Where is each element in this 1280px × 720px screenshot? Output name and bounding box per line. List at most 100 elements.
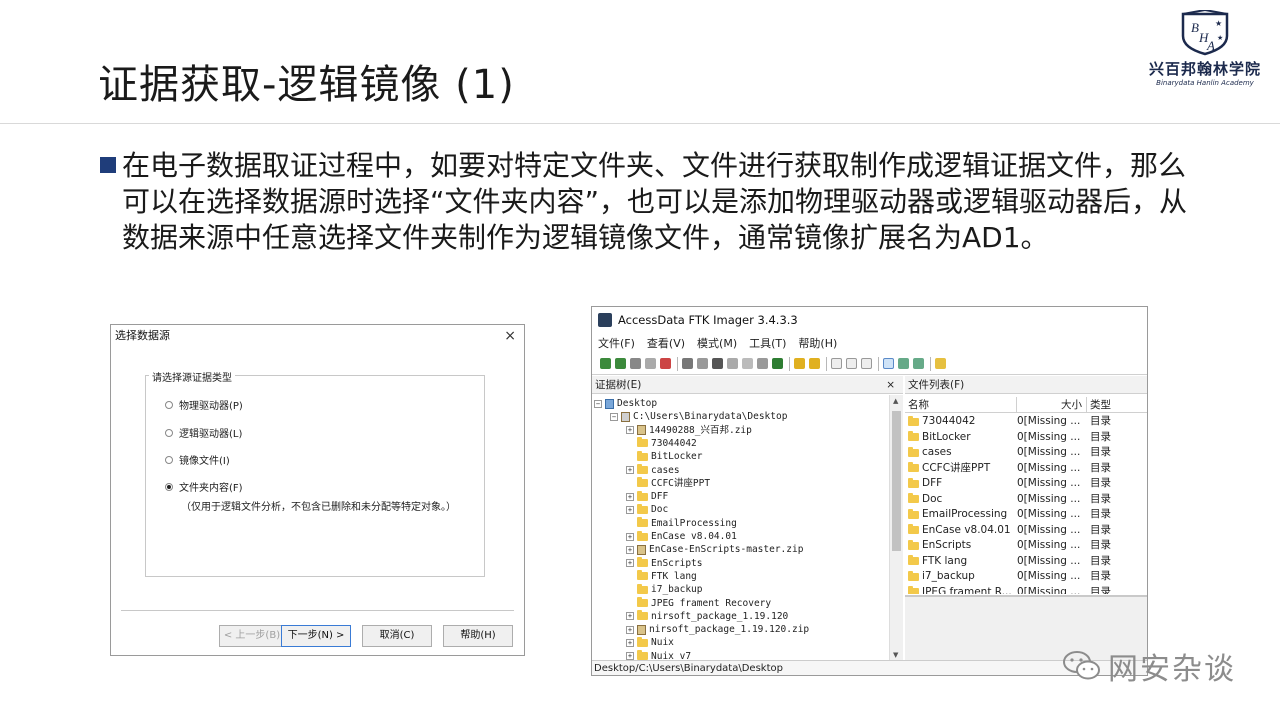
menu-tools[interactable]: 工具(T) <box>749 335 786 351</box>
expand-toggle-icon[interactable]: + <box>626 532 634 541</box>
tree-node[interactable]: − Desktop <box>594 397 657 410</box>
export-image-icon[interactable] <box>697 358 708 369</box>
back-button[interactable]: < 上一步(B) <box>219 625 285 647</box>
radio-physical-drive[interactable]: 物理驱动器(P) <box>165 397 243 412</box>
column-size[interactable]: 大小 <box>1017 397 1087 412</box>
expand-toggle-icon[interactable]: + <box>626 559 634 568</box>
expand-toggle-icon[interactable]: − <box>610 412 618 421</box>
tree-node[interactable]: JPEG frament Recovery <box>626 597 771 610</box>
source-type-group-label: 请选择源证据类型 <box>149 369 235 384</box>
file-row[interactable]: FTK lang 0[Missing ... 目录 <box>905 554 1137 569</box>
tree-node[interactable]: FTK lang <box>626 570 697 583</box>
radio-selected-icon[interactable] <box>165 482 173 491</box>
file-row[interactable]: BitLocker 0[Missing ... 目录 <box>905 430 1137 445</box>
radio-circle-icon[interactable] <box>165 428 173 437</box>
tree-scrollbar[interactable]: ▲ ▼ <box>889 395 903 661</box>
tree-node[interactable]: + Nuix <box>626 636 674 649</box>
tree-layout-icon[interactable] <box>898 358 909 369</box>
expand-toggle-icon[interactable]: − <box>594 399 602 408</box>
add-all-evidence-icon[interactable] <box>615 358 626 369</box>
tree-node[interactable]: + Doc <box>626 503 668 516</box>
radio-circle-icon[interactable] <box>165 455 173 464</box>
capture-memory-icon[interactable] <box>712 358 723 369</box>
file-row[interactable]: EnScripts 0[Missing ... 目录 <box>905 538 1137 553</box>
toolbar-separator <box>878 356 879 371</box>
obtain-files-icon[interactable] <box>727 358 738 369</box>
tree-node[interactable]: − C:\Users\Binarydata\Desktop <box>610 410 787 423</box>
file-row[interactable]: DFF 0[Missing ... 目录 <box>905 476 1137 491</box>
expand-toggle-icon[interactable]: + <box>626 492 634 501</box>
tree-node[interactable]: + nirsoft_package_1.19.120.zip <box>626 623 809 636</box>
expand-toggle-icon[interactable]: + <box>626 652 634 661</box>
create-image-icon[interactable] <box>682 358 693 369</box>
key-icon[interactable] <box>809 358 820 369</box>
file-type: 目录 <box>1090 477 1111 489</box>
expand-toggle-icon[interactable]: + <box>626 545 634 554</box>
expand-toggle-icon[interactable]: + <box>626 426 634 435</box>
view-auto-icon[interactable] <box>831 358 842 369</box>
tree-node[interactable]: + nirsoft_package_1.19.120 <box>626 610 788 623</box>
menu-mode[interactable]: 模式(M) <box>697 335 737 351</box>
help-button[interactable]: 帮助(H) <box>443 625 513 647</box>
image-mount-icon[interactable] <box>630 358 641 369</box>
file-row[interactable]: CCFC讲座PPT 0[Missing ... 目录 <box>905 461 1137 476</box>
close-icon[interactable]: × <box>504 325 516 347</box>
file-name-cell: JPEG frament R... <box>905 585 1017 594</box>
file-row[interactable]: EmailProcessing 0[Missing ... 目录 <box>905 507 1137 522</box>
radio-logical-drive[interactable]: 逻辑驱动器(L) <box>165 425 242 440</box>
expand-toggle-icon[interactable]: + <box>626 466 634 474</box>
column-name[interactable]: 名称 <box>905 397 1017 412</box>
folder-icon <box>908 508 919 519</box>
menu-help[interactable]: 帮助(H) <box>798 335 837 351</box>
scrollbar-thumb[interactable] <box>892 411 901 551</box>
tree-node[interactable]: EmailProcessing <box>626 517 737 530</box>
scroll-down-icon[interactable]: ▼ <box>893 651 898 659</box>
tree-node[interactable]: BitLocker <box>626 450 702 463</box>
folder-path-icon <box>621 411 630 422</box>
tree-node-label: Doc <box>651 504 669 516</box>
folder-icon <box>637 610 648 621</box>
menu-file[interactable]: 文件(F) <box>598 335 635 351</box>
remove-evidence-icon[interactable] <box>645 358 656 369</box>
layout-icon[interactable] <box>883 358 894 369</box>
remove-all-evidence-icon[interactable] <box>660 358 671 369</box>
scroll-up-icon[interactable]: ▲ <box>893 397 898 405</box>
tree-node[interactable]: + DFF <box>626 490 668 503</box>
view-text-icon[interactable] <box>846 358 857 369</box>
column-type[interactable]: 类型 <box>1087 397 1147 412</box>
tree-node[interactable]: + EnScripts <box>626 557 702 570</box>
close-icon[interactable]: × <box>886 376 895 394</box>
help-icon[interactable] <box>935 358 946 369</box>
export-files-icon[interactable] <box>742 358 753 369</box>
file-row[interactable]: EnCase v8.04.01 0[Missing ... 目录 <box>905 523 1137 538</box>
tree-node[interactable]: + EnCase v8.04.01 <box>626 530 737 543</box>
view-hex-icon[interactable] <box>861 358 872 369</box>
file-type: 目录 <box>1090 554 1111 567</box>
tree-node[interactable]: + EnCase-EnScripts-master.zip <box>626 543 803 556</box>
expand-toggle-icon[interactable]: + <box>626 638 634 647</box>
file-row[interactable]: JPEG frament R... 0[Missing ... 目录 <box>905 585 1137 594</box>
tree-node[interactable]: i7_backup <box>626 583 702 596</box>
file-row[interactable]: cases 0[Missing ... 目录 <box>905 445 1137 460</box>
add-evidence-icon[interactable] <box>600 358 611 369</box>
expand-toggle-icon[interactable]: + <box>626 625 634 634</box>
verify-drive-icon[interactable] <box>772 358 783 369</box>
radio-folder-contents[interactable]: 文件夹内容(F) <box>165 479 243 494</box>
cancel-button[interactable]: 取消(C) <box>362 625 432 647</box>
next-button[interactable]: 下一步(N) > <box>281 625 351 647</box>
export-hash-icon[interactable] <box>757 358 768 369</box>
tree-node[interactable]: CCFC讲座PPT <box>626 477 710 490</box>
file-row[interactable]: Doc 0[Missing ... 目录 <box>905 492 1137 507</box>
radio-image-file[interactable]: 镜像文件(I) <box>165 452 230 467</box>
add-to-custom-icon[interactable] <box>794 358 805 369</box>
expand-toggle-icon[interactable]: + <box>626 612 634 621</box>
list-layout-icon[interactable] <box>913 358 924 369</box>
file-row[interactable]: 73044042 0[Missing ... 目录 <box>905 414 1137 429</box>
tree-node[interactable]: 73044042 <box>626 437 697 450</box>
menu-view[interactable]: 查看(V) <box>647 335 685 351</box>
radio-circle-icon[interactable] <box>165 400 173 409</box>
file-row[interactable]: i7_backup 0[Missing ... 目录 <box>905 569 1137 584</box>
tree-node[interactable]: +14490288_兴百邦.zip <box>626 424 752 437</box>
expand-toggle-icon[interactable]: + <box>626 505 634 514</box>
tree-node[interactable]: + cases <box>626 464 680 477</box>
